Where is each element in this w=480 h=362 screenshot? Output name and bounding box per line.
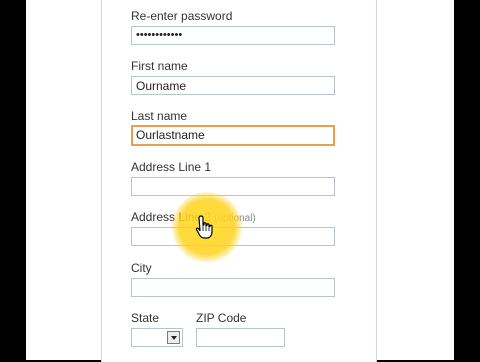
registration-page: Re-enter password •••••••••••• First nam… [26,0,454,362]
last-name-field[interactable]: Ourlastname [131,125,335,146]
reenter-password-field[interactable]: •••••••••••• [131,26,335,45]
chevron-down-icon[interactable] [167,331,180,344]
first-name-label: First name [131,59,188,73]
last-name-label: Last name [131,109,188,123]
zip-code-label: ZIP Code [196,311,247,325]
hand-pointer-icon [195,215,213,239]
right-letterbox [454,0,480,360]
optional-hint: (optional) [214,213,256,224]
reenter-password-label: Re-enter password [131,9,233,23]
address-line-2-field[interactable] [131,227,335,246]
state-label: State [131,311,160,325]
state-select[interactable] [131,328,183,347]
address-line-1-label: Address Line 1 [131,160,212,174]
left-letterbox [0,0,26,360]
city-field[interactable] [131,278,335,297]
zip-code-field[interactable] [196,328,285,347]
video-frame: Re-enter password •••••••••••• First nam… [0,0,480,362]
address-line-1-field[interactable] [131,177,335,196]
first-name-field[interactable]: Ourname [131,76,335,95]
city-label: City [131,261,152,275]
